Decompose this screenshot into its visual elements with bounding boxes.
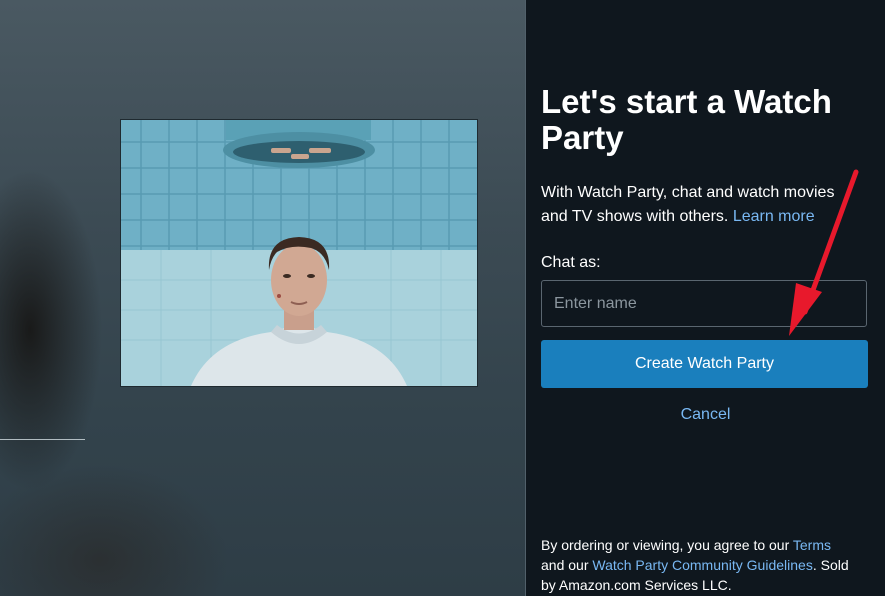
watch-party-panel: Let's start a Watch Party With Watch Par… [526, 0, 885, 596]
panel-description: With Watch Party, chat and watch movies … [541, 181, 876, 229]
legal-line-2-suffix: . Sold [812, 557, 849, 573]
legal-line-1-text: By ordering or viewing, you agree to our [541, 537, 790, 553]
create-watch-party-button[interactable]: Create Watch Party [541, 340, 868, 388]
terms-link[interactable]: Terms [793, 537, 831, 553]
legal-line-2-prefix: and our [541, 557, 589, 573]
progress-line [0, 439, 85, 440]
panel-title: Let's start a Watch Party [541, 83, 832, 156]
name-input[interactable] [541, 280, 867, 327]
legal-line-1: By ordering or viewing, you agree to our… [541, 535, 881, 555]
cancel-link[interactable]: Cancel [681, 406, 731, 423]
video-thumbnail [120, 119, 478, 387]
description-line-1: With Watch Party, chat and watch movies [541, 184, 835, 201]
description-line-2: and TV shows with others. Learn more [541, 205, 876, 229]
legal-text: By ordering or viewing, you agree to our… [541, 535, 881, 595]
chat-as-label: Chat as: [541, 254, 601, 271]
legal-line-3: by Amazon.com Services LLC. [541, 577, 732, 593]
learn-more-link[interactable]: Learn more [733, 208, 815, 225]
cancel-container: Cancel [526, 406, 885, 424]
description-text: and TV shows with others. [541, 208, 729, 225]
community-guidelines-link[interactable]: Watch Party Community Guidelines [592, 557, 812, 573]
legal-line-2: and our Watch Party Community Guidelines… [541, 555, 881, 575]
video-background [0, 0, 526, 596]
